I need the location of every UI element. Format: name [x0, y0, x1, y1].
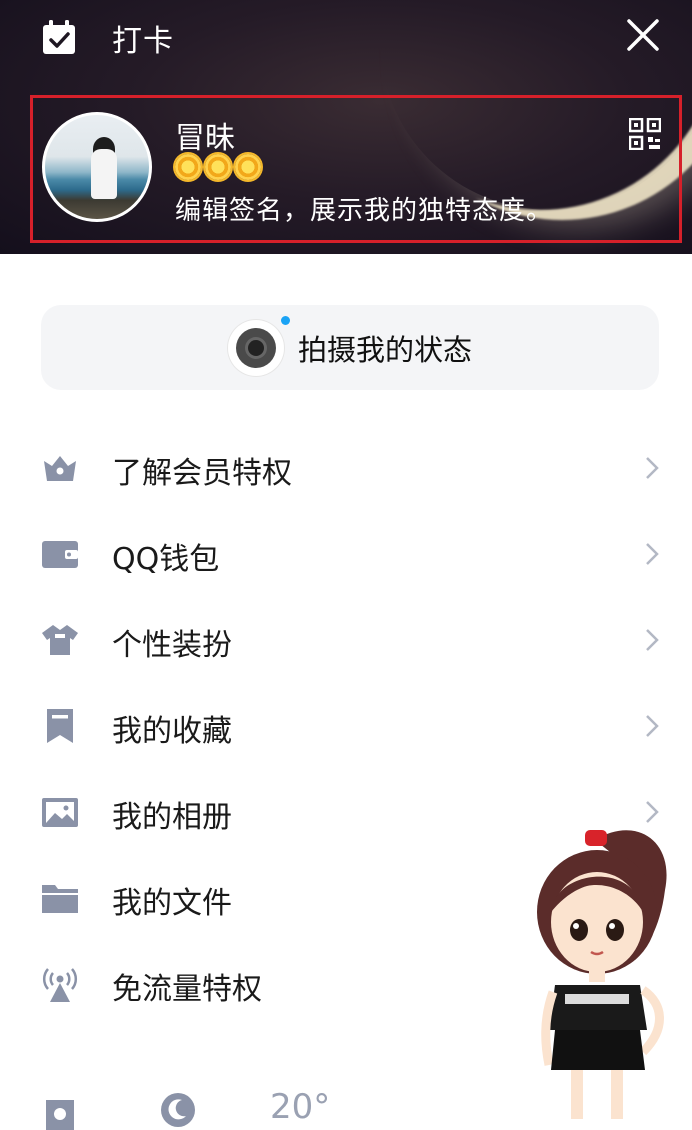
- avatar-person: [91, 149, 117, 199]
- shoot-status-label: 拍摄我的状态: [297, 332, 472, 367]
- new-dot-indicator: [280, 315, 290, 325]
- sun-icon: [205, 154, 231, 180]
- folder-icon: [42, 885, 78, 913]
- menu-label: 我的文件: [112, 886, 232, 921]
- checkin-label: 打卡: [112, 24, 174, 59]
- camera-icon: [227, 315, 290, 376]
- menu-label: QQ钱包: [112, 542, 220, 577]
- checkin-button[interactable]: 打卡: [40, 16, 174, 60]
- weather-temperature[interactable]: 20°: [270, 1087, 330, 1127]
- calendar-check-icon: [43, 20, 75, 54]
- menu-item-favorites[interactable]: 我的收藏: [0, 683, 692, 769]
- chevron-right-icon: [646, 629, 659, 651]
- profile-signature[interactable]: 编辑签名，展示我的独特态度。: [175, 190, 553, 227]
- chevron-right-icon: [646, 715, 659, 737]
- menu-label: 了解会员特权: [112, 456, 292, 491]
- bookmark-icon: [47, 709, 73, 743]
- shirt-icon: [42, 625, 78, 655]
- menu-label: 个性装扮: [112, 628, 232, 663]
- menu-item-vip[interactable]: 了解会员特权: [0, 425, 692, 511]
- night-mode-icon[interactable]: [160, 1092, 196, 1128]
- shoot-status-button[interactable]: 拍摄我的状态: [41, 305, 659, 390]
- menu-label: 我的收藏: [112, 714, 232, 749]
- qr-code-icon[interactable]: [629, 118, 661, 150]
- sun-icon: [235, 154, 261, 180]
- level-badges[interactable]: [175, 154, 261, 180]
- chevron-right-icon: [646, 457, 659, 479]
- close-icon[interactable]: [624, 16, 662, 54]
- menu-label: 免流量特权: [112, 972, 262, 1007]
- profile-name: 冒昧: [175, 121, 235, 156]
- menu-item-wallet[interactable]: QQ钱包: [0, 511, 692, 597]
- crown-icon: [44, 456, 76, 481]
- sun-icon: [175, 154, 201, 180]
- menu-label: 我的相册: [112, 800, 232, 835]
- wallet-icon: [42, 541, 78, 568]
- menu-item-dressup[interactable]: 个性装扮: [0, 597, 692, 683]
- photo-icon: [42, 798, 78, 827]
- chevron-right-icon: [646, 543, 659, 565]
- settings-icon[interactable]: [42, 1094, 78, 1130]
- cartoon-girl-pendant[interactable]: [525, 820, 692, 1119]
- avatar[interactable]: [42, 112, 152, 222]
- signal-tower-icon: [43, 968, 77, 1002]
